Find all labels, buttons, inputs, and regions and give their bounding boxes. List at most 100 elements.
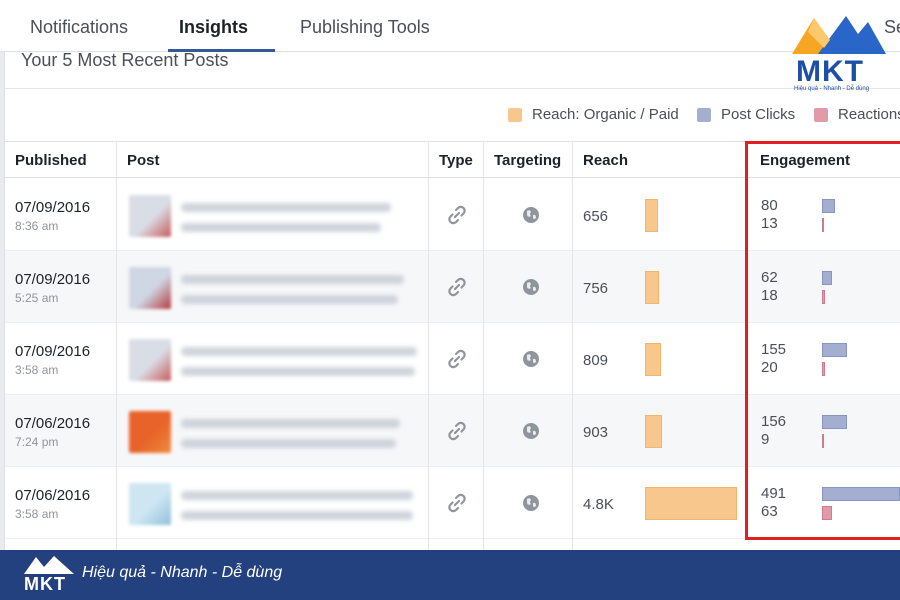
tab-insights[interactable]: Insights [179, 17, 248, 38]
reactions-bar [822, 290, 825, 304]
reach-bar [645, 415, 662, 448]
post-clicks-value: 62 [761, 269, 778, 286]
table-row[interactable]: 07/09/2016 5:25 am 756 62 18 [5, 251, 900, 323]
reach-bar [645, 487, 737, 520]
col-post[interactable]: Post [127, 152, 160, 169]
post-clicks-value: 491 [761, 485, 787, 502]
reactions-value: 20 [761, 359, 778, 376]
published-time: 3:58 am [15, 363, 59, 377]
col-engagement[interactable]: Engagement [760, 152, 850, 169]
column-divider [116, 141, 117, 550]
tab-publishing-tools[interactable]: Publishing Tools [300, 17, 430, 38]
reactions-value: 63 [761, 503, 778, 520]
post-clicks-value: 155 [761, 341, 787, 358]
column-divider [483, 141, 484, 550]
logo-wordmark: MKT [796, 55, 864, 88]
reach-value: 809 [583, 352, 609, 369]
banner-mountain-icon [24, 556, 74, 574]
reach-value: 903 [583, 424, 609, 441]
column-divider [572, 141, 573, 550]
post-clicks-value: 156 [761, 413, 787, 430]
post-text-blurred[interactable] [181, 439, 396, 448]
recent-posts-card: Your 5 Most Recent Posts Reach: Organic … [4, 50, 900, 550]
post-thumbnail[interactable] [129, 411, 171, 453]
link-icon [448, 349, 466, 369]
post-text-blurred[interactable] [181, 491, 413, 500]
globe-icon [523, 423, 539, 439]
published-date: 07/06/2016 [15, 487, 91, 504]
post-thumbnail[interactable] [129, 339, 171, 381]
link-icon [448, 205, 466, 225]
legend-clicks[interactable]: Post Clicks [697, 106, 795, 123]
table-header: Published Post Type Targeting Reach Enga… [5, 141, 900, 178]
post-text-blurred[interactable] [181, 367, 415, 376]
post-text-blurred[interactable] [181, 275, 404, 284]
globe-icon [523, 351, 539, 367]
banner-wordmark: MKT [24, 574, 66, 594]
post-thumbnail[interactable] [129, 483, 171, 525]
post-clicks-value: 80 [761, 197, 778, 214]
legend-reactions-swatch [814, 107, 828, 122]
reactions-value: 9 [761, 431, 770, 448]
post-text-blurred[interactable] [181, 347, 417, 356]
reach-bar [645, 199, 658, 232]
published-time: 3:58 am [15, 507, 59, 521]
table-row[interactable]: 07/06/2016 7:24 pm 903 156 9 [5, 395, 900, 467]
post-text-blurred[interactable] [181, 295, 398, 304]
logo-tagline: Hiệu quả - Nhanh - Dễ dùng [794, 86, 870, 92]
page-content: Your 5 Most Recent Posts Reach: Organic … [0, 50, 900, 550]
legend-reactions-label: Reactions [838, 106, 900, 123]
published-time: 5:25 am [15, 291, 59, 305]
col-published[interactable]: Published [15, 152, 87, 169]
globe-icon [523, 207, 539, 223]
top-tabs: Notifications Insights Publishing Tools … [0, 0, 900, 52]
column-divider [428, 141, 429, 550]
legend-reach[interactable]: Reach: Organic / Paid [508, 106, 679, 123]
globe-icon [523, 495, 539, 511]
published-time: 7:24 pm [15, 435, 59, 449]
post-text-blurred[interactable] [181, 203, 391, 212]
post-clicks-bar [822, 271, 832, 285]
table-row[interactable]: 07/09/2016 8:36 am 656 80 13 [5, 179, 900, 251]
post-clicks-bar [822, 487, 900, 501]
post-thumbnail[interactable] [129, 267, 171, 309]
reactions-value: 18 [761, 287, 778, 304]
divider [5, 88, 900, 89]
post-text-blurred[interactable] [181, 419, 400, 428]
link-icon [448, 421, 466, 441]
reach-bar [645, 271, 659, 304]
post-clicks-bar [822, 199, 835, 213]
legend-reactions[interactable]: Reactions [814, 106, 900, 123]
logo-mountain-icon [792, 16, 886, 54]
mkt-logo: MKT Hiệu quả - Nhanh - Dễ dùng [788, 10, 888, 94]
legend-clicks-label: Post Clicks [721, 106, 796, 123]
post-thumbnail[interactable] [129, 195, 171, 237]
reactions-value: 13 [761, 215, 778, 232]
reactions-bar [822, 506, 832, 520]
reactions-bar [822, 362, 825, 376]
reach-value: 4.8K [583, 496, 614, 513]
post-text-blurred[interactable] [181, 511, 413, 520]
col-targeting[interactable]: Targeting [494, 152, 561, 169]
tab-notifications[interactable]: Notifications [30, 17, 128, 38]
reach-bar [645, 343, 661, 376]
table-row[interactable]: 07/06/2016 3:58 am 4.8K 491 63 [5, 467, 900, 539]
bottom-banner: MKT Hiệu quả - Nhanh - Dễ dùng [0, 550, 900, 600]
section-title: Your 5 Most Recent Posts [21, 50, 229, 70]
banner-logo: MKT [22, 554, 76, 596]
reach-value: 756 [583, 280, 609, 297]
reactions-bar [822, 218, 824, 232]
reactions-bar [822, 434, 824, 448]
published-date: 07/09/2016 [15, 199, 91, 216]
published-time: 8:36 am [15, 219, 59, 233]
published-date: 07/06/2016 [15, 415, 91, 432]
published-date: 07/09/2016 [15, 343, 91, 360]
col-reach[interactable]: Reach [583, 152, 628, 169]
col-type[interactable]: Type [439, 152, 473, 169]
globe-icon [523, 279, 539, 295]
post-text-blurred[interactable] [181, 223, 381, 232]
legend-reach-swatch [508, 107, 522, 122]
banner-tagline: Hiệu quả - Nhanh - Dễ dùng [82, 564, 283, 581]
post-clicks-bar [822, 415, 847, 429]
table-row[interactable]: 07/09/2016 3:58 am 809 155 20 [5, 323, 900, 395]
